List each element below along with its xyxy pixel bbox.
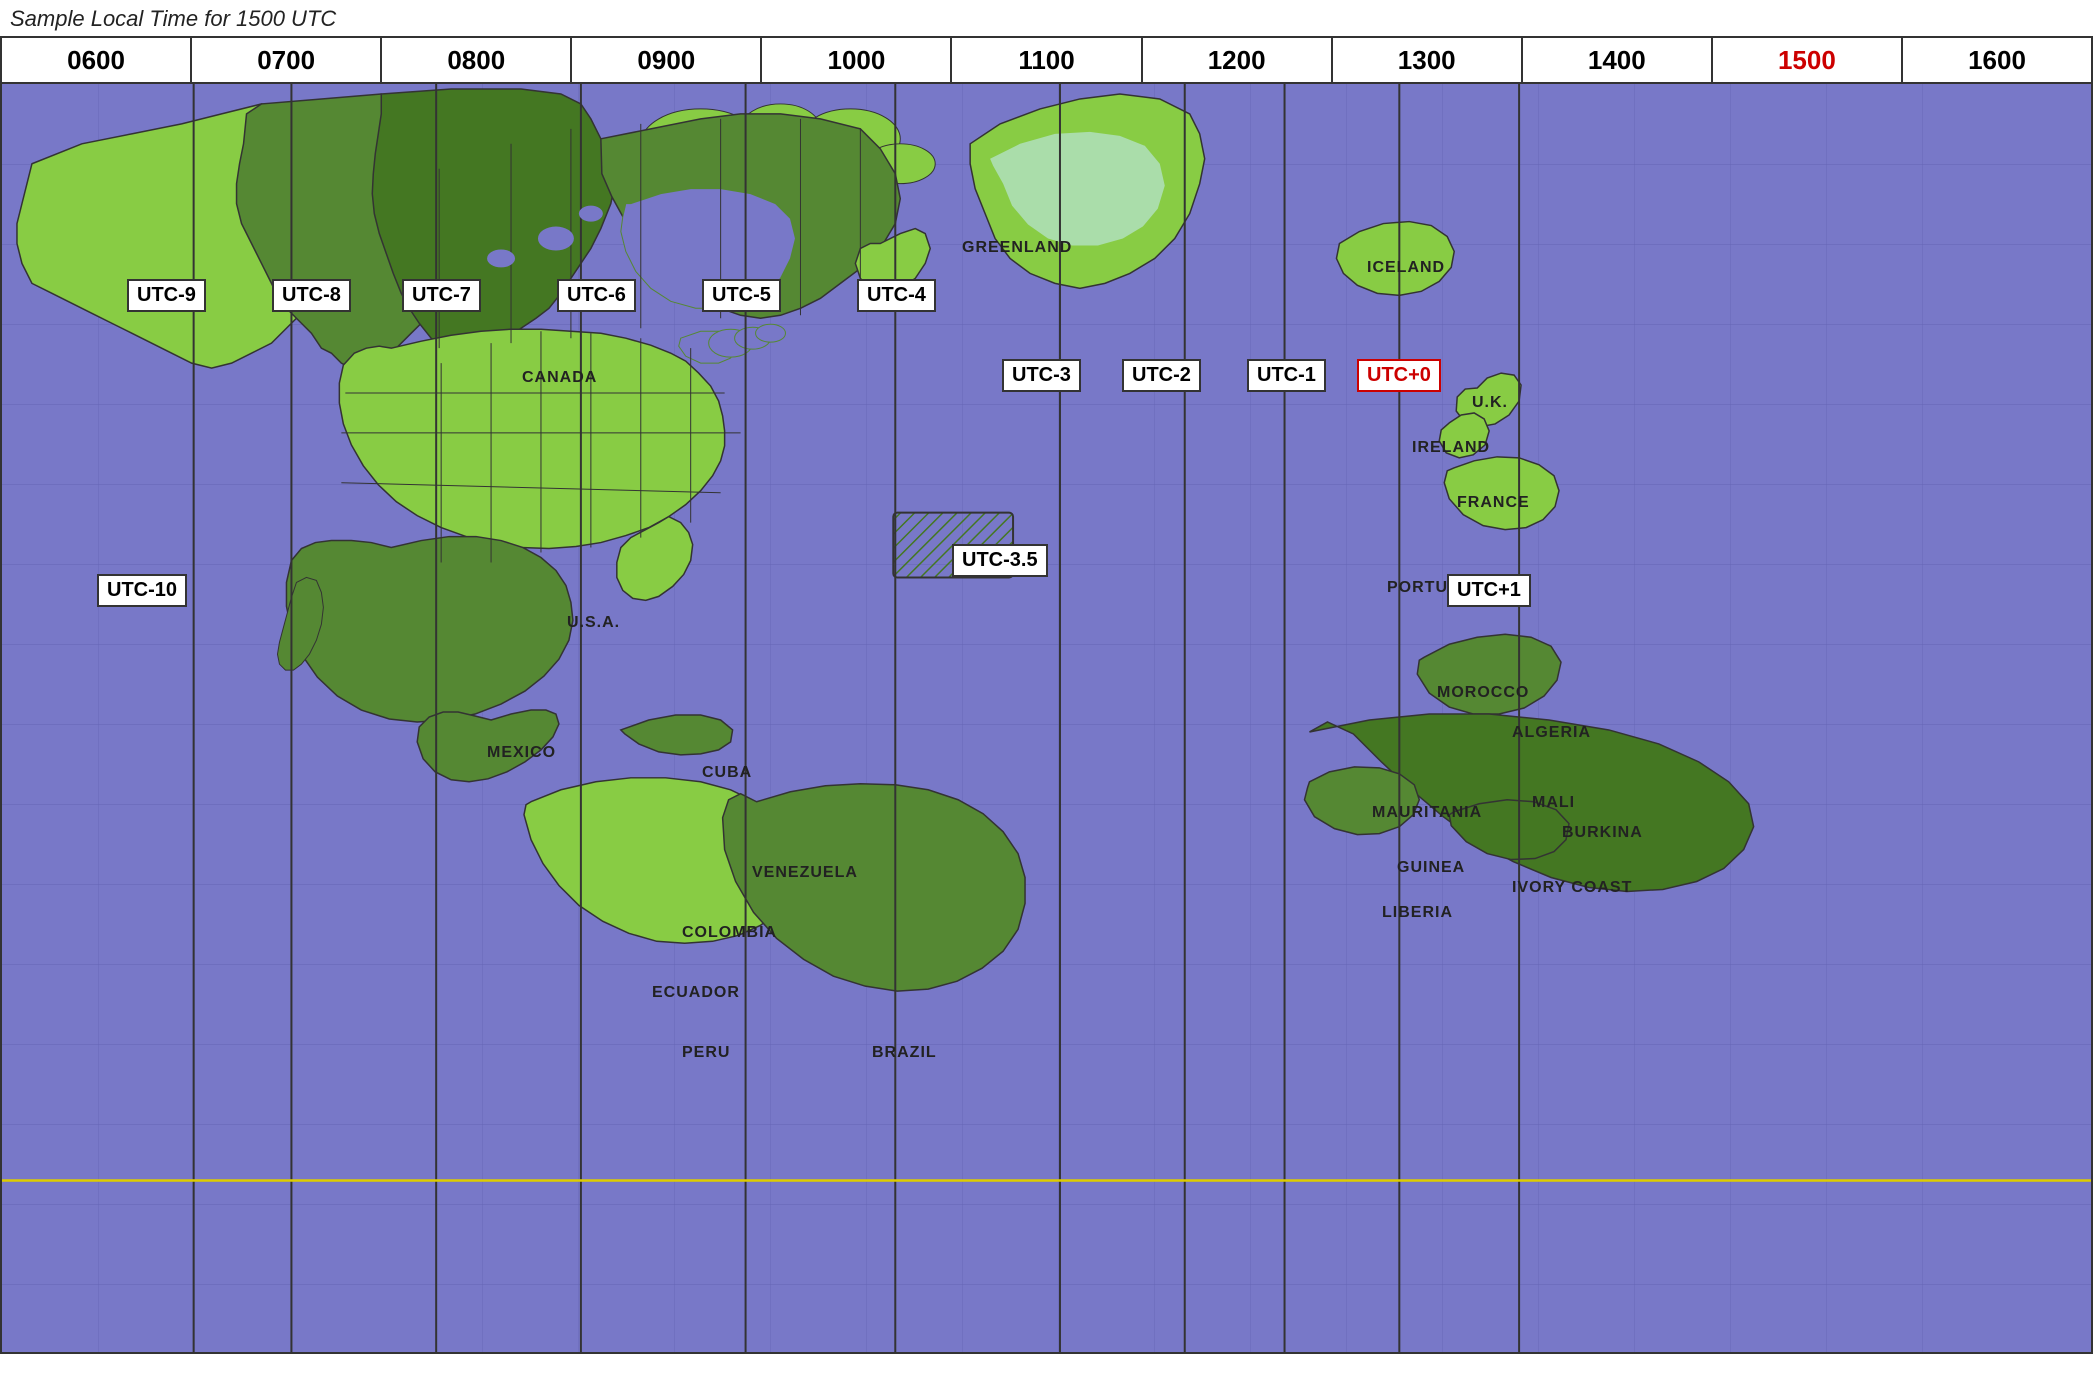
time-cell-1400: 1400 bbox=[1523, 38, 1713, 82]
utc-label-utc-1: UTC-1 bbox=[1247, 359, 1326, 392]
utc-label-utc-4: UTC-4 bbox=[857, 279, 936, 312]
time-header: 0600070008000900100011001200130014001500… bbox=[2, 38, 2091, 84]
time-cell-0600: 0600 bbox=[2, 38, 192, 82]
utc-label-utc-0: UTC+0 bbox=[1357, 359, 1441, 392]
utc-label-utc-7: UTC-7 bbox=[402, 279, 481, 312]
utc-label-utc-p1: UTC+1 bbox=[1447, 574, 1531, 607]
time-cell-0800: 0800 bbox=[382, 38, 572, 82]
time-cell-1500: 1500 bbox=[1713, 38, 1903, 82]
utc-label-utc-5: UTC-5 bbox=[702, 279, 781, 312]
page-title: Sample Local Time for 1500 UTC bbox=[0, 0, 2093, 36]
utc-label-utc-3-5: UTC-3.5 bbox=[952, 544, 1048, 577]
map-area: UTC-10 UTC-9 UTC-8 UTC-7 UTC-6 UTC-5 UTC-4 UTC-… bbox=[2, 84, 2091, 1352]
utc-label-utc-3: UTC-3 bbox=[1002, 359, 1081, 392]
utc-label-utc-6: UTC-6 bbox=[557, 279, 636, 312]
utc-label-utc-9: UTC-9 bbox=[127, 279, 206, 312]
time-cell-0900: 0900 bbox=[572, 38, 762, 82]
time-cell-1100: 1100 bbox=[952, 38, 1142, 82]
time-cell-1000: 1000 bbox=[762, 38, 952, 82]
utc-label-utc-2: UTC-2 bbox=[1122, 359, 1201, 392]
time-cell-0700: 0700 bbox=[192, 38, 382, 82]
utc-label-utc-10: UTC-10 bbox=[97, 574, 187, 607]
time-cell-1600: 1600 bbox=[1903, 38, 2091, 82]
time-cell-1300: 1300 bbox=[1333, 38, 1523, 82]
map-container: 0600070008000900100011001200130014001500… bbox=[0, 36, 2093, 1354]
time-cell-1200: 1200 bbox=[1143, 38, 1333, 82]
utc-label-utc-8: UTC-8 bbox=[272, 279, 351, 312]
